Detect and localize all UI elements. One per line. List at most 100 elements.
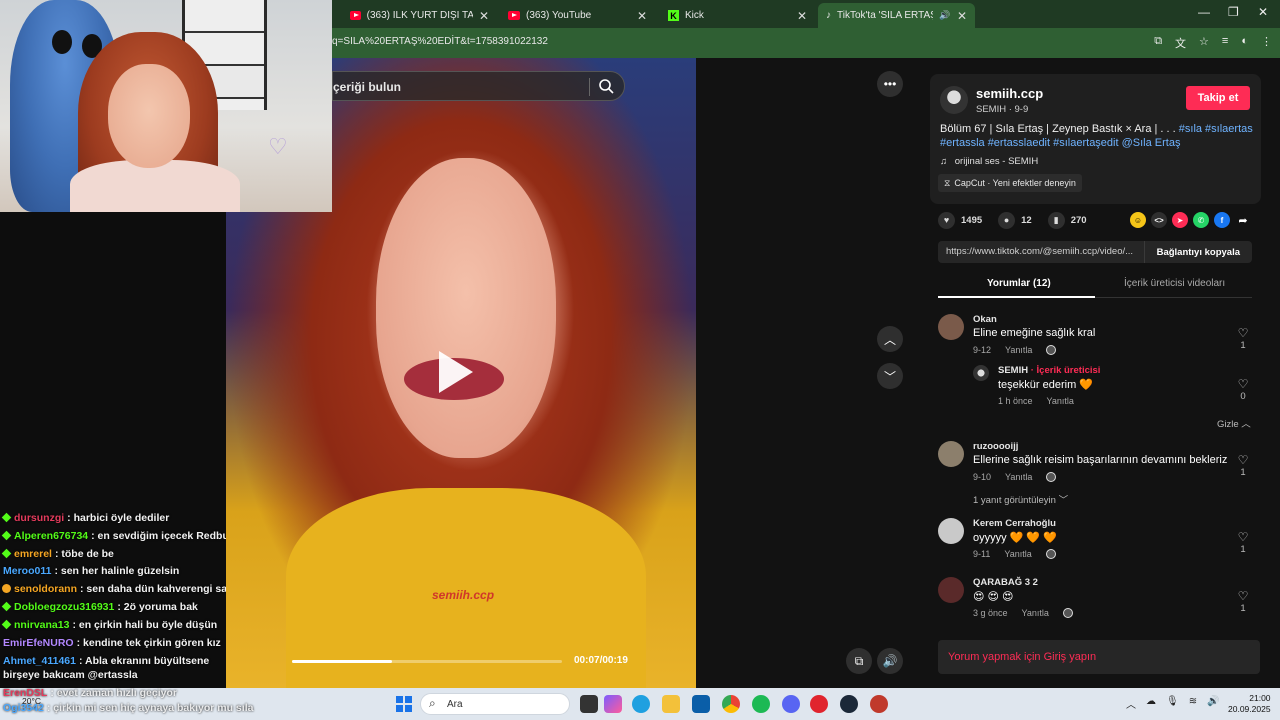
commenter-avatar[interactable] (938, 577, 964, 603)
edge-icon[interactable] (632, 695, 650, 713)
reply-author[interactable]: SEMIH · İçerik üreticisi (998, 365, 1100, 376)
chrome-icon[interactable] (722, 695, 740, 713)
music-row[interactable]: ♫ orijinal ses - SEMIH (940, 156, 1038, 167)
discord-icon[interactable] (782, 695, 800, 713)
close-icon[interactable]: ✕ (957, 9, 967, 23)
bookmark-star-icon[interactable]: ☆ (1199, 35, 1209, 51)
tab-comments[interactable]: Yorumlar (12) (987, 278, 1051, 289)
more-options-button[interactable]: ••• (877, 71, 903, 97)
view-replies-button[interactable]: 1 yanıt görüntüleyin ﹀ (973, 492, 1068, 506)
author-username[interactable]: semiih.ccp (976, 86, 1043, 101)
playlist-icon[interactable]: ≡ (1222, 35, 1228, 51)
send-icon[interactable]: ➤ (1172, 212, 1188, 228)
chat-username[interactable]: ErenDSL (3, 687, 47, 699)
chat-username[interactable]: nnirvana13 (14, 619, 69, 631)
reply-link[interactable]: Yanıtla (1004, 549, 1031, 559)
opera-icon[interactable] (810, 695, 828, 713)
tab-tiktok[interactable]: ♪ TikTok'ta 'SILA ERTAŞ EDİT' 🔊 ✕ (818, 3, 975, 28)
url-field[interactable]: q=SILA%20ERTAŞ%20EDİT&t=1758391022132 (332, 36, 548, 47)
file-explorer-icon[interactable] (662, 695, 680, 713)
follow-button[interactable]: Takip et (1186, 86, 1250, 110)
close-icon[interactable]: ✕ (637, 9, 647, 23)
chat-username[interactable]: Meroo011 (3, 565, 51, 577)
bookmark-icon[interactable]: ▮ (1047, 211, 1065, 229)
profile-avatar[interactable]: ◐ (1241, 35, 1248, 51)
commenter-avatar[interactable] (938, 518, 964, 544)
hide-replies-button[interactable]: Gizle ︿ (1217, 416, 1251, 430)
embed-icon[interactable]: <> (1151, 212, 1167, 228)
whatsapp-icon[interactable]: ✆ (1193, 212, 1209, 228)
commenter-name[interactable]: Okan (973, 314, 997, 325)
reply-like[interactable]: ♡ 0 (1236, 377, 1250, 402)
tiktok-search-input[interactable]: çeriği bulun (332, 71, 625, 101)
hashtags-line2[interactable]: #ertassla #ertasslaedit #sılaertaşedit @… (940, 137, 1180, 149)
comment-like[interactable]: ♡ 1 (1236, 453, 1250, 478)
minimize-button[interactable]: — (1198, 5, 1210, 19)
commenter-name[interactable]: ruzooooijj (973, 441, 1018, 452)
capcut-link[interactable]: ⧖ CapCut · Yeni efektler deneyin (938, 174, 1082, 192)
restore-button[interactable]: ❐ (1228, 5, 1239, 19)
play-icon[interactable] (439, 351, 473, 393)
chat-username[interactable]: Alperen676734 (14, 530, 88, 542)
chat-username[interactable]: dursunzgi (14, 512, 64, 524)
chat-username[interactable]: Dobloegzozu316931 (14, 601, 114, 613)
windows-start-icon[interactable] (396, 696, 412, 712)
chat-username[interactable]: Ogi3542 (3, 702, 44, 714)
author-avatar[interactable] (940, 86, 968, 114)
sound-icon[interactable]: 🔊 (1207, 696, 1219, 711)
close-window-button[interactable]: ✕ (1258, 5, 1268, 19)
translate-icon[interactable]: 文 (1175, 35, 1186, 51)
pip-button[interactable]: ⧉ (846, 648, 872, 674)
login-to-comment-button[interactable]: Yorum yapmak için Giriş yapın (938, 640, 1260, 674)
reply-avatar[interactable] (973, 365, 989, 381)
video-link-url[interactable]: https://www.tiktok.com/@semiih.ccp/video… (946, 246, 1146, 257)
tab-creator-videos[interactable]: İçerik üreticisi videoları (1124, 278, 1225, 289)
spotify-icon[interactable] (752, 695, 770, 713)
steam-icon[interactable] (840, 695, 858, 713)
commenter-avatar[interactable] (938, 314, 964, 340)
tab-kick[interactable]: K Kick ✕ (660, 3, 815, 28)
heart-icon[interactable]: ♥ (938, 211, 955, 229)
comment-like[interactable]: ♡ 1 (1236, 530, 1250, 555)
commenter-name[interactable]: Kerem Cerrahoğlu (973, 518, 1056, 529)
comment-like[interactable]: ♡ 1 (1236, 589, 1250, 614)
video-progress-bar[interactable] (292, 660, 562, 663)
next-video-button[interactable]: ﹀ (877, 363, 903, 389)
reply-link[interactable]: Yanıtla (1005, 472, 1032, 482)
friends-share-icon[interactable]: ☺ (1130, 212, 1146, 228)
share-arrow-icon[interactable]: ➦ (1235, 212, 1251, 228)
taskbar-search-input[interactable]: Ara (420, 693, 570, 715)
facebook-icon[interactable]: f (1214, 212, 1230, 228)
comment-icon[interactable]: ● (998, 211, 1016, 229)
reply-link[interactable]: Yanıtla (1005, 345, 1032, 355)
commenter-avatar[interactable] (938, 441, 964, 467)
chat-username[interactable]: senoldorann (14, 583, 77, 595)
cast-icon[interactable]: ⧉ (1154, 35, 1162, 51)
close-icon[interactable]: ✕ (479, 9, 489, 23)
comment-like[interactable]: ♡ 1 (1236, 326, 1250, 351)
tray-chevron-icon[interactable]: ︿ (1126, 696, 1136, 711)
hashtags-line1[interactable]: #sıla #sılaertas (1179, 123, 1253, 135)
chat-username[interactable]: emrerel (14, 548, 52, 560)
cloud-icon[interactable]: ☁ (1146, 696, 1156, 711)
taskbar-clock[interactable]: 21:00 20.09.2025 (1228, 693, 1271, 715)
tab-youtube-video[interactable]: (363) İLK YURT DIŞI TATİLİNDE ✕ (342, 3, 497, 28)
reply-link[interactable]: Yanıtla (1047, 396, 1074, 406)
game-app-icon[interactable] (870, 695, 888, 713)
chat-username[interactable]: EmirEfeNURO (3, 637, 74, 649)
chat-username[interactable]: Ahmet_411461 (3, 655, 76, 667)
copy-link-button[interactable]: Bağlantıyı kopyala (1143, 241, 1252, 263)
close-icon[interactable]: ✕ (797, 9, 807, 23)
menu-kebab-icon[interactable]: ⋮ (1261, 35, 1272, 51)
volume-button[interactable]: 🔊 (877, 648, 903, 674)
mic-icon[interactable]: 🎙 (1166, 696, 1179, 711)
store-icon[interactable] (692, 695, 710, 713)
task-view-icon[interactable] (580, 695, 598, 713)
reply-link[interactable]: Yanıtla (1022, 608, 1049, 618)
commenter-name[interactable]: QARABAĞ 3 2 (973, 577, 1038, 588)
speaker-icon[interactable]: 🔊 (939, 10, 950, 21)
copilot-icon[interactable] (604, 695, 622, 713)
tab-youtube[interactable]: (363) YouTube ✕ (500, 3, 655, 28)
wifi-icon[interactable]: ≋ (1189, 696, 1197, 711)
previous-video-button[interactable]: ︿ (877, 326, 903, 352)
